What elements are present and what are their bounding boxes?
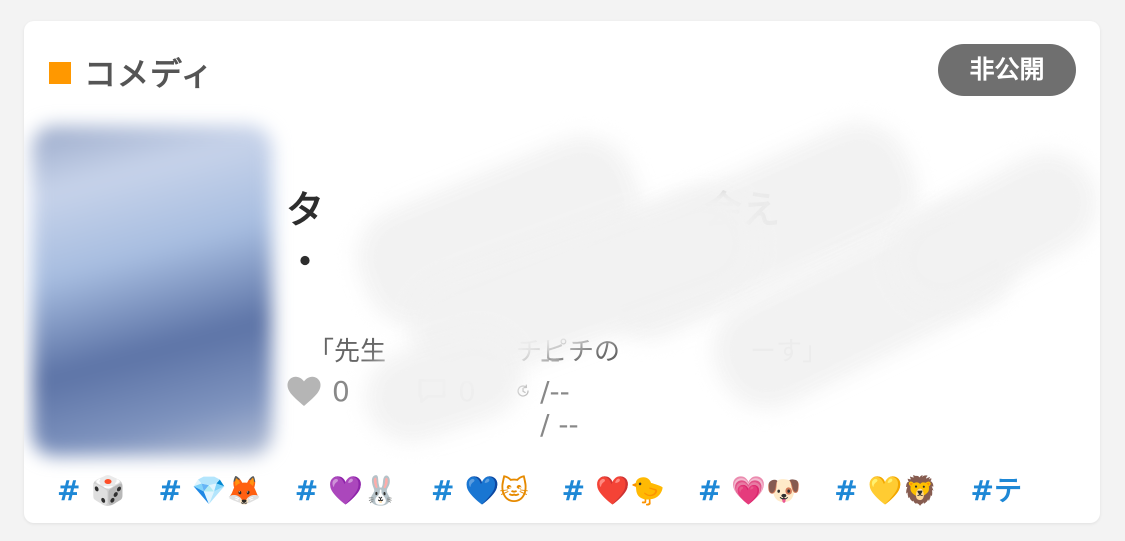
tag-item[interactable]: # 💎🦊 (158, 469, 261, 513)
tag-item[interactable]: # 💛🦁 (834, 469, 937, 513)
tag-hash: #テ (970, 474, 1023, 507)
tag-hash: # (431, 474, 455, 507)
tag-item[interactable]: # 💙🐱 (431, 469, 529, 513)
tag-emoji: 💙🐱 (464, 474, 529, 507)
tag-hash: # (561, 474, 586, 507)
category-color-square (49, 62, 71, 84)
tag-item[interactable]: # 💗🐶 (698, 469, 801, 513)
heart-icon (287, 376, 321, 406)
tag-item[interactable]: #テ (971, 469, 1032, 513)
likes-count: 0 (332, 374, 350, 408)
likes-stat: 0 (286, 371, 350, 411)
tag-emoji: 💗🐶 (731, 474, 802, 507)
private-status-badge: 非公開 (938, 44, 1076, 96)
tag-list: # 🎲 # 💎🦊 # 💜🐰 # 💙🐱 # ❤️🐤 # 💗🐶 # 💛🦁 #テ (57, 469, 1097, 513)
work-card[interactable]: コメディ 非公開 タ 会え ・ 「先生 チピチの ーす」 0 0 (24, 21, 1100, 523)
tag-emoji: 🎲 (90, 474, 126, 507)
tag-item[interactable]: # ❤️🐤 (562, 469, 665, 513)
tag-emoji: ❤️🐤 (595, 474, 665, 507)
category-label: コメディ (84, 55, 214, 93)
tag-hash: # (294, 474, 319, 507)
tag-emoji: 💛🦁 (867, 474, 938, 507)
tag-item[interactable]: # 🎲 (57, 469, 125, 513)
tag-emoji: 💜🐰 (328, 474, 398, 507)
updated-stat: -- /-- / -- (516, 342, 582, 441)
work-thumbnail[interactable] (32, 126, 272, 456)
tag-hash: # (57, 474, 81, 507)
tag-hash: # (834, 474, 858, 507)
tag-hash: # (697, 474, 722, 507)
tag-item[interactable]: # 💜🐰 (295, 469, 398, 513)
tag-hash: # (158, 474, 182, 507)
tag-emoji: 💎🦊 (191, 474, 262, 507)
